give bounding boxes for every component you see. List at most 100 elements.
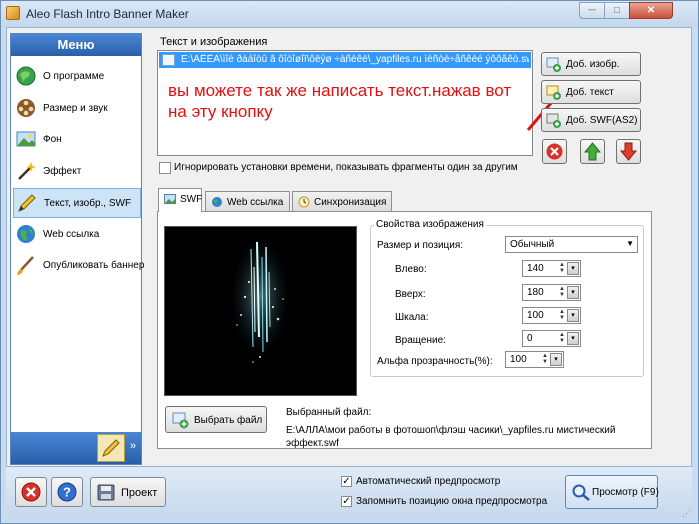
dropdown-icon[interactable]: ▾	[567, 332, 579, 345]
tab-label: Синхронизация	[314, 197, 387, 208]
alpha-label: Альфа прозрачность(%):	[377, 356, 493, 367]
list-item-text: E:\ÀËËÀ\ìîè ðàáîòû â ôîòîøîï\ôëýø ÷àñèêè…	[181, 54, 529, 65]
chevron-down-icon: ▼	[626, 239, 634, 248]
chevron-right-icon[interactable]: »	[130, 440, 136, 452]
top-stepper[interactable]: 180 ▲ ▼ ▾	[522, 284, 581, 301]
tab-label: Web ссылка	[227, 197, 284, 208]
list-item[interactable]: E:\ÀËËÀ\ìîè ðàáîòû â ôîòîøîï\ôëýø ÷àñèêè…	[159, 52, 531, 68]
tab-label: SWF	[180, 194, 203, 205]
project-label: Проект	[121, 487, 158, 499]
brush-icon	[17, 256, 34, 275]
spin-arrows-icon[interactable]: ▲ ▼	[558, 332, 566, 345]
remember-position-label: Запомнить позицию окна предпросмотра	[356, 496, 548, 507]
menu-footer-button[interactable]	[97, 434, 125, 462]
add-image-label: Доб. изобр.	[566, 59, 620, 70]
svg-text:?: ?	[63, 485, 71, 500]
scale-stepper[interactable]: 100 ▲ ▼ ▾	[522, 307, 581, 324]
sidebar-item-label: О программе	[43, 71, 105, 82]
left-value: 140	[527, 263, 544, 274]
picture-icon	[16, 131, 36, 147]
swf-preview	[164, 226, 357, 396]
resize-grip-icon[interactable]: ⋰	[682, 508, 692, 518]
title-bar[interactable]: Aleo Flash Intro Banner Maker ─ □ ✕	[1, 1, 698, 27]
rotation-value: 0	[527, 333, 533, 344]
clock-icon	[298, 196, 310, 208]
alpha-stepper[interactable]: 100 ▲ ▼ ▾	[505, 351, 564, 368]
add-text-button[interactable]: Доб. текст	[541, 80, 641, 104]
scale-label: Шкала:	[395, 312, 429, 323]
size-position-select[interactable]: Обычный ▼	[505, 236, 638, 253]
window-title: Aleo Flash Intro Banner Maker	[26, 7, 189, 21]
spin-arrows-icon[interactable]: ▲ ▼	[541, 353, 549, 366]
sidebar-item-about[interactable]: О программе	[13, 62, 141, 92]
choose-file-button[interactable]: Выбрать файл	[165, 406, 267, 433]
dropdown-icon[interactable]: ▾	[567, 262, 579, 275]
auto-preview-checkbox[interactable]: ✓	[341, 476, 352, 487]
dropdown-icon[interactable]: ▾	[567, 286, 579, 299]
close-window-button[interactable]: ✕	[629, 2, 673, 19]
sidebar-item-size-sound[interactable]: Размер и звук	[13, 94, 141, 124]
exit-button[interactable]	[15, 477, 47, 507]
sidebar-item-label: Опубликовать баннер	[43, 260, 145, 271]
sidebar-item-label: Web ссылка	[43, 229, 100, 240]
sidebar-item-label: Размер и звук	[43, 103, 108, 114]
remember-position-checkbox[interactable]: ✓	[341, 496, 352, 507]
globe-icon	[212, 197, 222, 207]
arrow-up-icon	[583, 142, 602, 161]
sidebar-item-label: Фон	[43, 134, 62, 145]
preview-label: Просмотр (F9)	[592, 487, 659, 498]
preview-button[interactable]: Просмотр (F9)	[565, 475, 659, 509]
images-group-label: Текст и изображения	[160, 36, 268, 48]
maximize-button[interactable]: □	[604, 2, 630, 19]
selected-file-label: Выбранный файл:	[286, 407, 372, 418]
add-swf-icon	[546, 113, 561, 128]
dropdown-icon[interactable]: ▾	[567, 309, 579, 322]
add-image-button[interactable]: Доб. изобр.	[541, 52, 641, 76]
arrow-down-icon	[619, 142, 638, 161]
magic-wand-icon	[18, 162, 36, 180]
selected-file-path: E:\АЛЛА\мои работы в фотошоп\флэш часики…	[286, 425, 616, 449]
globe-icon	[17, 225, 35, 243]
project-button[interactable]: Проект	[90, 477, 166, 507]
help-icon: ?	[57, 482, 77, 502]
alpha-value: 100	[510, 354, 527, 365]
sidebar-item-publish[interactable]: Опубликовать баннер	[13, 251, 145, 281]
close-circle-icon	[21, 482, 41, 502]
help-button[interactable]: ?	[51, 477, 83, 507]
scale-value: 100	[527, 310, 544, 321]
sidebar-item-web-link[interactable]: Web ссылка	[13, 220, 141, 250]
spin-arrows-icon[interactable]: ▲ ▼	[558, 262, 566, 275]
spin-arrows-icon[interactable]: ▲ ▼	[558, 286, 566, 299]
delete-icon	[546, 143, 563, 160]
dropdown-icon[interactable]: ▾	[550, 353, 562, 366]
tab-web-link[interactable]: Web ссылка	[205, 191, 290, 211]
sidebar-item-label: Эффект	[43, 166, 82, 177]
image-properties-title: Свойства изображения	[374, 219, 486, 230]
add-swf-button[interactable]: Доб. SWF(AS2)	[541, 108, 641, 132]
magnifier-icon	[572, 484, 590, 501]
top-value: 180	[527, 287, 544, 298]
move-down-button[interactable]	[616, 139, 641, 164]
menu-header: Меню	[11, 34, 141, 56]
pen-icon	[18, 194, 36, 212]
left-label: Влево:	[395, 264, 427, 275]
ignore-timing-checkbox[interactable]	[159, 162, 171, 174]
size-position-value: Обычный	[510, 239, 555, 250]
info-globe-icon	[16, 66, 36, 86]
add-image-icon	[546, 57, 561, 72]
spin-arrows-icon[interactable]: ▲ ▼	[558, 309, 566, 322]
app-icon	[6, 6, 20, 20]
move-up-button[interactable]	[580, 139, 605, 164]
delete-button[interactable]	[542, 139, 567, 164]
pen-icon	[102, 439, 120, 457]
minimize-button[interactable]: ─	[579, 2, 605, 19]
add-text-label: Доб. текст	[566, 87, 614, 98]
add-file-icon	[172, 412, 189, 429]
tab-swf[interactable]: SWF	[158, 188, 202, 212]
rotation-stepper[interactable]: 0 ▲ ▼ ▾	[522, 330, 581, 347]
left-stepper[interactable]: 140 ▲ ▼ ▾	[522, 260, 581, 277]
sidebar-item-text-images-swf[interactable]: Текст, изобр., SWF	[13, 188, 141, 218]
tab-sync[interactable]: Синхронизация	[292, 191, 392, 211]
sidebar-item-effect[interactable]: Эффект	[13, 157, 141, 187]
sidebar-item-background[interactable]: Фон	[13, 125, 141, 155]
